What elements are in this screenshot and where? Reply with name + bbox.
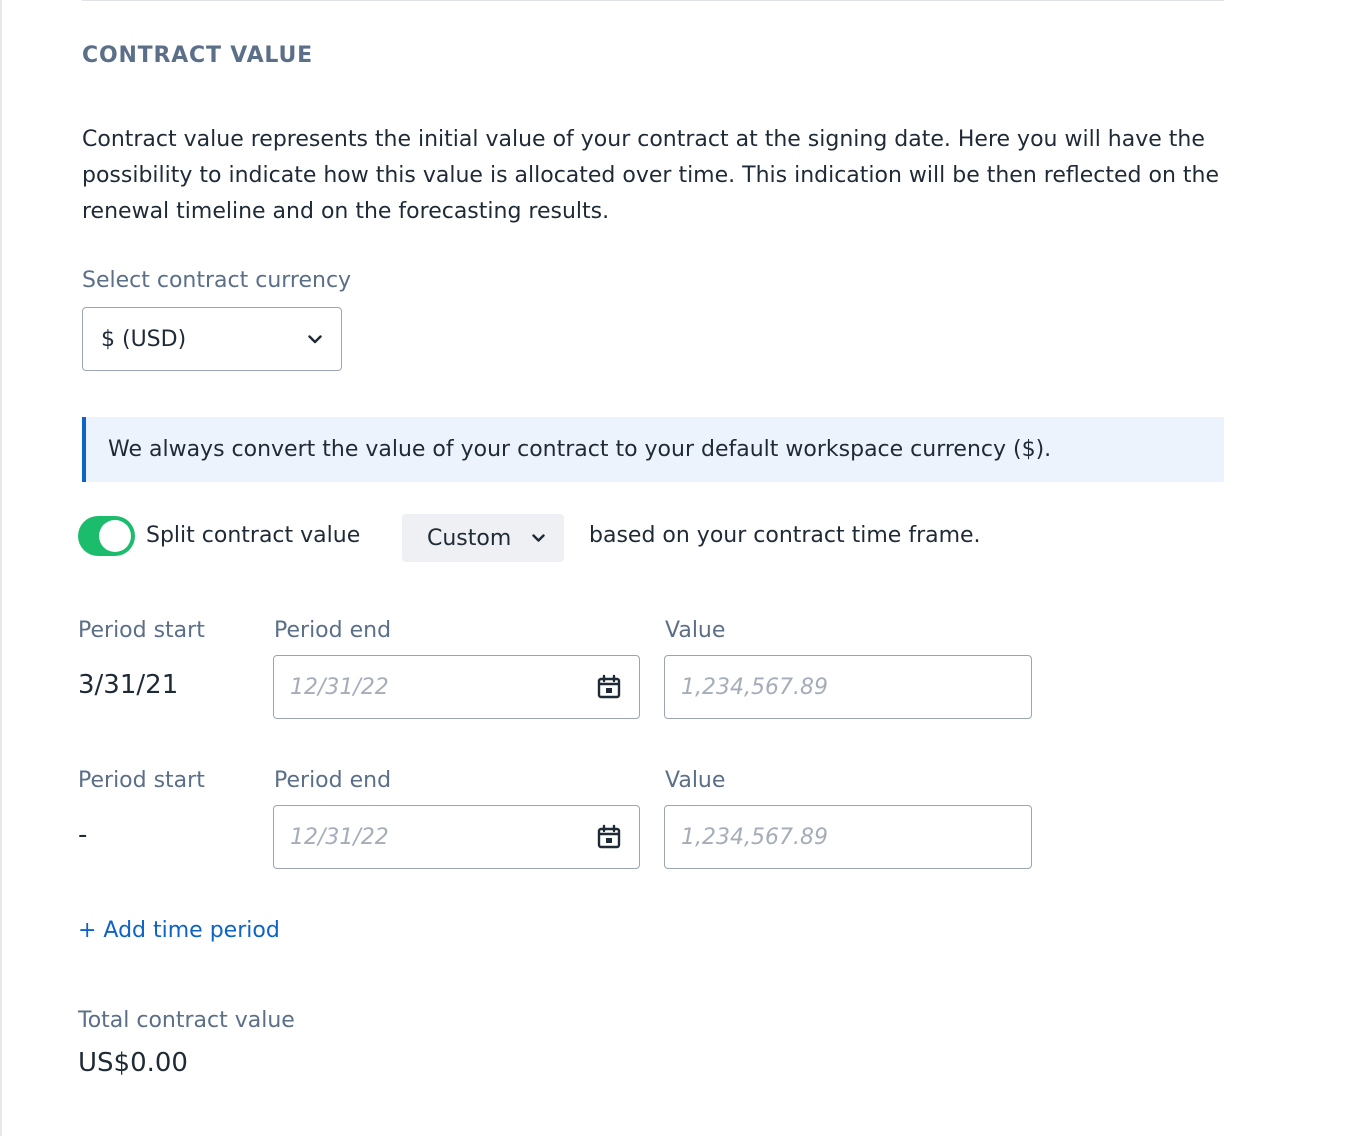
period-start-value: 3/31/21 (78, 670, 179, 700)
left-edge-divider (0, 0, 2, 1136)
section-title: CONTRACT VALUE (82, 43, 313, 68)
split-suffix-text: based on your contract time frame. (589, 523, 981, 548)
toggle-knob (99, 520, 131, 552)
period-start-value: - (78, 820, 88, 850)
top-divider (82, 0, 1224, 1)
period-value-field[interactable] (664, 655, 1032, 719)
period-start-label: Period start (78, 618, 205, 643)
currency-select-value: $ (USD) (101, 326, 187, 352)
period-value-label: Value (665, 618, 726, 643)
add-time-period-link[interactable]: + Add time period (78, 918, 280, 943)
period-start-label: Period start (78, 768, 205, 793)
period-value-input[interactable] (681, 674, 1015, 700)
split-mode-value: Custom (427, 525, 512, 551)
split-value-label: Split contract value (146, 523, 361, 548)
split-value-toggle[interactable] (78, 516, 135, 556)
period-end-input[interactable] (290, 674, 595, 700)
period-end-field[interactable] (273, 805, 640, 869)
total-contract-value: US$0.00 (78, 1048, 188, 1078)
calendar-icon[interactable] (595, 823, 623, 851)
chevron-down-icon (530, 530, 546, 546)
period-value-input[interactable] (681, 824, 1015, 850)
period-value-field[interactable] (664, 805, 1032, 869)
calendar-icon[interactable] (595, 673, 623, 701)
currency-label: Select contract currency (82, 268, 352, 293)
chevron-down-icon (307, 331, 323, 347)
info-banner: We always convert the value of your cont… (82, 417, 1224, 482)
contract-value-page: CONTRACT VALUE Contract value represents… (0, 0, 1346, 1136)
period-end-label: Period end (274, 618, 392, 643)
period-end-field[interactable] (273, 655, 640, 719)
info-banner-text: We always convert the value of your cont… (108, 437, 1052, 462)
total-contract-value-label: Total contract value (78, 1008, 295, 1033)
split-mode-dropdown[interactable]: Custom (402, 514, 564, 562)
section-description: Contract value represents the initial va… (82, 127, 1219, 224)
period-value-label: Value (665, 768, 726, 793)
period-end-input[interactable] (290, 824, 595, 850)
currency-select[interactable]: $ (USD) (82, 307, 342, 371)
period-end-label: Period end (274, 768, 392, 793)
